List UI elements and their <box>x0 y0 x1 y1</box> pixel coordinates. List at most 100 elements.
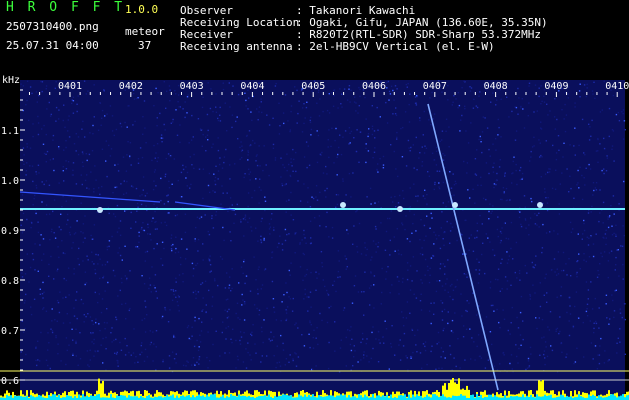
noise-speck <box>343 88 346 90</box>
noise-speck <box>111 235 113 238</box>
noise-speck <box>363 291 365 293</box>
noise-speck <box>81 183 83 186</box>
noise-speck <box>465 130 467 132</box>
noise-speck <box>86 187 88 189</box>
noise-speck <box>94 291 96 294</box>
noise-speck <box>447 311 449 313</box>
noise-speck <box>357 361 359 363</box>
noise-speck <box>339 88 341 90</box>
noise-speck <box>226 192 228 194</box>
noise-speck <box>212 227 215 229</box>
noise-speck <box>256 108 258 110</box>
noise-speck <box>21 194 24 196</box>
noise-speck <box>100 311 103 314</box>
noise-speck <box>263 145 265 147</box>
noise-speck <box>214 176 217 179</box>
level-bar-low <box>166 394 168 400</box>
noise-speck <box>249 171 252 173</box>
noise-speck <box>295 170 297 173</box>
noise-speck <box>577 233 579 235</box>
noise-speck <box>84 237 86 239</box>
level-bar-low <box>580 396 582 400</box>
noise-speck <box>319 225 321 227</box>
noise-speck <box>209 107 212 110</box>
noise-speck <box>349 132 351 134</box>
noise-speck <box>450 330 453 332</box>
noise-speck <box>247 154 249 156</box>
noise-speck <box>492 205 494 207</box>
noise-speck <box>81 151 84 153</box>
noise-speck <box>279 365 282 367</box>
noise-speck <box>523 127 526 129</box>
noise-speck <box>281 243 284 245</box>
noise-speck <box>244 303 246 305</box>
noise-speck <box>335 194 338 196</box>
level-bar-low <box>16 396 18 400</box>
noise-speck <box>149 343 151 346</box>
noise-speck <box>466 276 468 278</box>
noise-speck <box>459 367 461 369</box>
noise-speck <box>45 85 48 87</box>
noise-speck <box>582 321 584 324</box>
noise-speck <box>64 252 66 255</box>
noise-speck <box>350 326 352 328</box>
noise-speck <box>441 139 443 141</box>
noise-speck <box>174 214 177 217</box>
noise-speck <box>153 284 155 287</box>
noise-speck <box>551 187 554 190</box>
noise-speck <box>479 91 481 93</box>
noise-speck <box>336 203 339 206</box>
noise-speck <box>37 231 40 234</box>
noise-speck <box>141 194 143 196</box>
noise-speck <box>244 282 246 285</box>
noise-speck <box>37 133 40 136</box>
noise-speck <box>229 231 231 233</box>
noise-speck <box>377 330 380 333</box>
noise-speck <box>592 255 595 258</box>
noise-speck <box>595 322 598 325</box>
noise-speck <box>579 166 581 168</box>
noise-speck <box>344 255 346 257</box>
noise-speck <box>316 102 318 104</box>
noise-speck <box>500 239 502 242</box>
noise-speck <box>116 351 118 354</box>
noise-speck <box>525 227 527 229</box>
level-bar-low <box>558 396 560 400</box>
noise-speck <box>444 154 446 157</box>
noise-speck <box>170 237 172 239</box>
time-tick-label: 0406 <box>362 81 386 92</box>
noise-speck <box>88 188 90 190</box>
noise-speck <box>488 172 490 175</box>
noise-speck <box>119 254 122 257</box>
noise-speck <box>501 227 503 229</box>
noise-speck <box>359 88 361 91</box>
noise-speck <box>365 118 367 120</box>
noise-speck <box>170 122 172 124</box>
noise-speck <box>544 357 546 359</box>
noise-speck <box>226 272 228 274</box>
noise-speck <box>321 262 323 264</box>
time-tick-label: 0401 <box>58 81 82 92</box>
noise-speck <box>307 187 309 189</box>
noise-speck <box>25 353 27 356</box>
noise-speck <box>196 262 199 265</box>
noise-speck <box>419 352 422 354</box>
noise-speck <box>347 329 349 331</box>
noise-speck <box>242 361 245 363</box>
noise-speck <box>466 300 468 302</box>
noise-speck <box>371 256 373 258</box>
noise-speck <box>489 203 491 205</box>
noise-speck <box>134 362 136 364</box>
level-bar-low <box>86 395 88 400</box>
noise-speck <box>273 306 275 309</box>
noise-speck <box>153 343 155 345</box>
noise-speck <box>602 236 604 239</box>
noise-speck <box>185 365 187 367</box>
noise-speck <box>576 184 578 186</box>
noise-speck <box>613 310 616 312</box>
noise-speck <box>350 349 353 352</box>
noise-speck <box>350 89 352 91</box>
level-bar-low <box>418 396 420 400</box>
noise-speck <box>255 178 257 180</box>
noise-speck <box>170 289 172 291</box>
